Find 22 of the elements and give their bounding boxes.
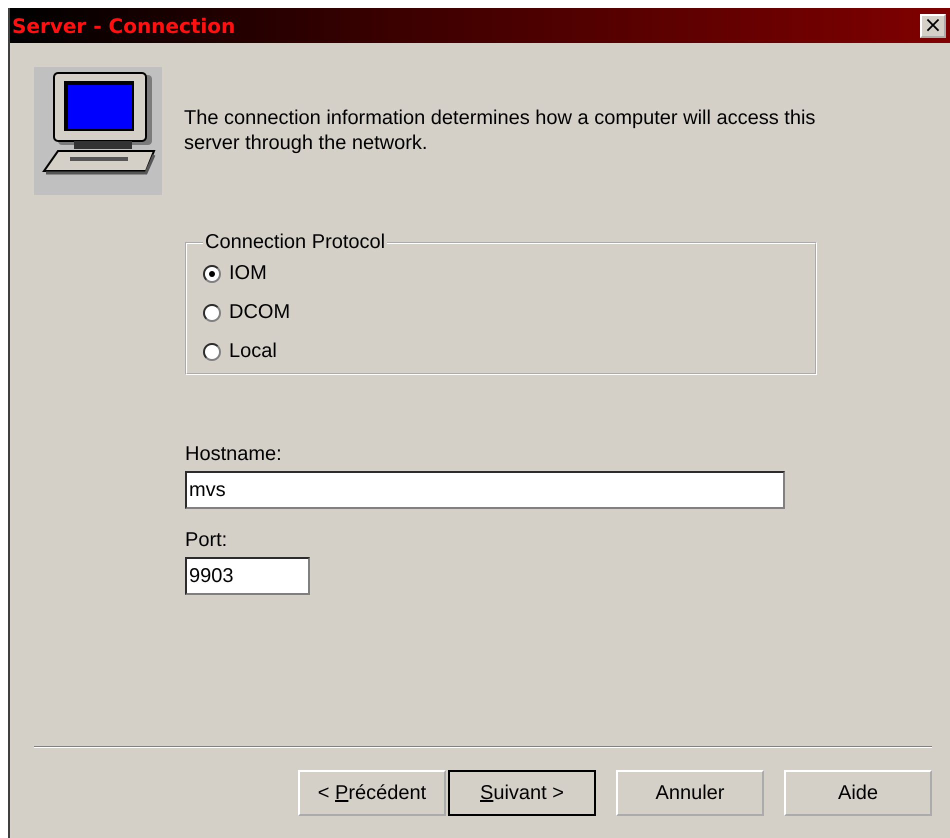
radio-label: Local: [229, 340, 277, 363]
port-field[interactable]: 9903: [185, 557, 310, 595]
radio-label: IOM: [229, 262, 267, 285]
hostname-label: Hostname:: [185, 442, 282, 467]
window-title: Server - Connection: [12, 14, 236, 38]
radio-label: DCOM: [229, 301, 290, 324]
port-label: Port:: [185, 528, 228, 553]
group-title: Connection Protocol: [204, 231, 386, 254]
dialog-button[interactable]: < Précédent: [298, 770, 446, 816]
computer-icon: [34, 67, 162, 195]
hostname-field[interactable]: mvs: [185, 471, 785, 509]
dialog-button[interactable]: Suivant >: [448, 770, 596, 816]
intro-text: The connection information determines how a computer will access this server through the network.: [184, 106, 816, 156]
radio-button[interactable]: [203, 264, 221, 282]
radio-button[interactable]: [203, 304, 221, 322]
radio-button[interactable]: [203, 342, 221, 360]
radio-option[interactable]: DCOM: [203, 299, 799, 326]
radio-option[interactable]: Local: [203, 338, 799, 365]
close-button[interactable]: ×: [920, 14, 946, 38]
dialog-button[interactable]: Aide: [784, 770, 932, 816]
radio-option[interactable]: IOM: [203, 260, 799, 287]
dialog-button[interactable]: Annuler: [616, 770, 764, 816]
